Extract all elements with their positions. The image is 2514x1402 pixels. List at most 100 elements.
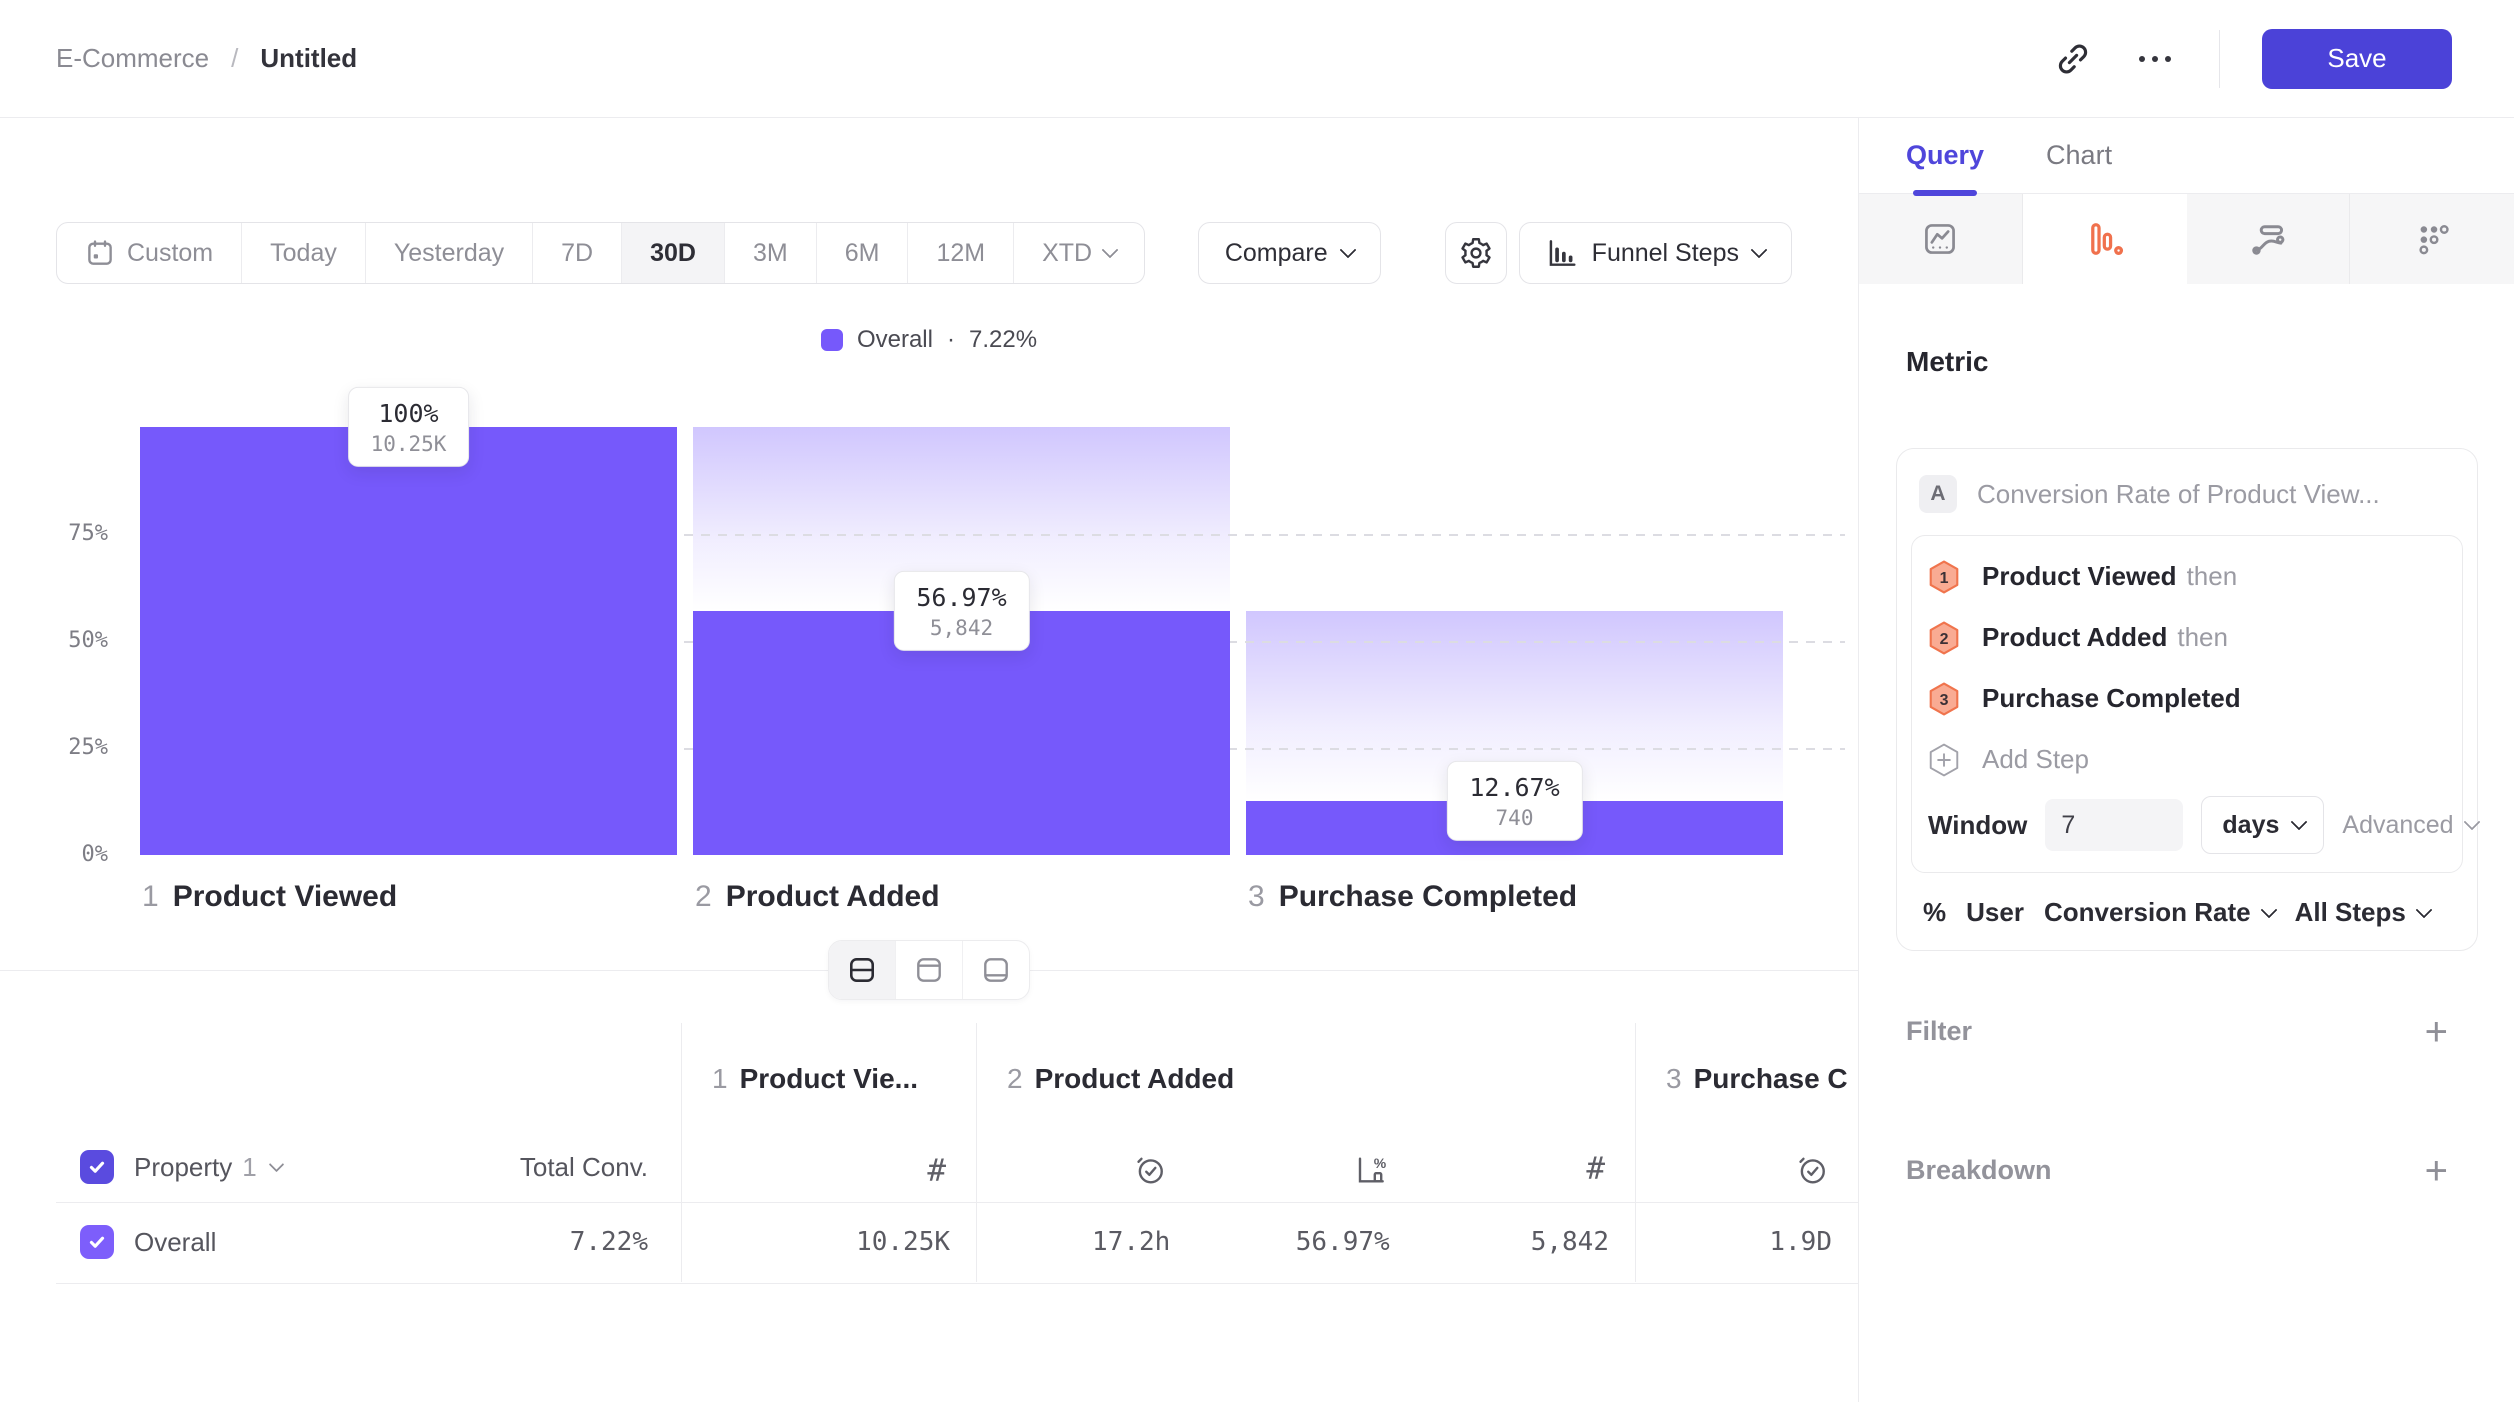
chevron-down-icon — [2415, 901, 2432, 918]
gear-icon — [1459, 236, 1493, 270]
y-axis-tick: 75% — [20, 520, 108, 548]
query-sidebar: Query Chart — [1858, 118, 2514, 1402]
date-range-custom[interactable]: Custom — [57, 223, 241, 283]
svg-text:1: 1 — [1940, 569, 1949, 586]
compare-button[interactable]: Compare — [1198, 222, 1381, 284]
legend-swatch — [821, 329, 843, 351]
table-col-group-step2: 2 Product Added — [976, 1023, 1635, 1202]
funnel-bar-product-viewed[interactable] — [140, 427, 677, 855]
conversion-window-row: Window days Advanced — [1928, 790, 2444, 860]
cell-value: 10.25K — [682, 1227, 976, 1257]
funnel-step-1[interactable]: 1 Product Viewed then — [1928, 546, 2444, 607]
measure-metric-dropdown[interactable]: Conversion Rate — [2044, 897, 2275, 928]
table-col-group-step1: 1 Product Vie... # — [681, 1023, 976, 1202]
date-range-selector: Custom Today Yesterday 7D 30D 3M 6M 12M … — [56, 222, 1145, 284]
date-range-7d[interactable]: 7D — [532, 223, 621, 283]
count-metric-header[interactable]: # — [1416, 1154, 1635, 1186]
measure-scope-dropdown[interactable]: All Steps — [2295, 897, 2430, 928]
clock-check-icon — [1134, 1154, 1166, 1186]
tab-query[interactable]: Query — [1906, 118, 1984, 193]
layout-split-button[interactable] — [829, 941, 895, 999]
calendar-icon — [85, 238, 115, 268]
svg-text:2: 2 — [1940, 630, 1949, 647]
date-range-xtd[interactable]: XTD — [1013, 223, 1144, 283]
layout-table-only-button[interactable] — [962, 941, 1029, 999]
add-breakdown-button[interactable]: + — [2425, 1156, 2448, 1186]
breadcrumb: E-Commerce / Untitled — [56, 43, 357, 74]
measure-symbol[interactable]: % — [1923, 897, 1946, 928]
total-conversion-header[interactable]: Total Conv. — [520, 1152, 681, 1183]
conversion-rate-metric-header[interactable]: % — [1196, 1154, 1415, 1186]
cell-value: 5,842 — [1416, 1227, 1635, 1257]
window-value-input[interactable] — [2045, 799, 2183, 851]
save-button[interactable]: Save — [2262, 29, 2452, 89]
layout-chart-only-button[interactable] — [895, 941, 962, 999]
date-range-yesterday[interactable]: Yesterday — [365, 223, 532, 283]
chart-type-insights[interactable] — [1859, 194, 2023, 284]
row-checkbox[interactable] — [80, 1225, 114, 1259]
chart-settings-button[interactable] — [1445, 222, 1507, 284]
avg-time-metric-header[interactable] — [1636, 1154, 1858, 1186]
split-view-icon — [847, 955, 877, 985]
count-metric-header[interactable]: # — [682, 1156, 976, 1186]
svg-text:%: % — [1373, 1155, 1385, 1171]
report-toolbar: Custom Today Yesterday 7D 30D 3M 6M 12M … — [56, 222, 1792, 284]
funnel-step-2[interactable]: 2 Product Added then — [1928, 607, 2444, 668]
chevron-down-icon — [2463, 814, 2480, 831]
breakdown-label: Breakdown — [1906, 1155, 2052, 1186]
ellipsis-icon — [2139, 56, 2171, 62]
step-number-badge: 2 — [1928, 621, 1960, 655]
copy-link-button[interactable] — [2045, 31, 2101, 87]
advanced-dropdown[interactable]: Advanced — [2342, 811, 2477, 840]
add-step-button[interactable]: Add Step — [1928, 729, 2444, 790]
breadcrumb-title[interactable]: Untitled — [260, 43, 357, 74]
add-filter-button[interactable]: + — [2425, 1017, 2448, 1047]
layout-toggle-group — [828, 940, 1030, 1000]
chart-type-strip — [1859, 194, 2514, 284]
more-options-button[interactable] — [2127, 31, 2183, 87]
tab-chart[interactable]: Chart — [2046, 118, 2112, 193]
date-range-12m[interactable]: 12M — [907, 223, 1013, 283]
series-row[interactable]: A Conversion Rate of Product View... — [1897, 449, 2477, 535]
chevron-down-icon — [268, 1156, 284, 1172]
date-range-today[interactable]: Today — [241, 223, 365, 283]
results-table: Property 1 Total Conv. 1 Product Vie... — [0, 1023, 1858, 1285]
property-selector[interactable]: Property 1 — [134, 1152, 282, 1183]
measure-entity[interactable]: User — [1966, 897, 2024, 928]
bar-value-callout: 100% 10.25K — [348, 387, 470, 467]
svg-text:3: 3 — [1940, 691, 1949, 708]
select-all-checkbox[interactable] — [80, 1150, 114, 1184]
chart-type-flows[interactable] — [2187, 194, 2351, 284]
hash-icon: # — [927, 1156, 946, 1186]
sidebar-tabs: Query Chart — [1859, 118, 2514, 194]
chart-legend: Overall · 7.22% — [0, 326, 1858, 354]
flows-icon — [2249, 220, 2287, 258]
window-unit-select[interactable]: days — [2201, 796, 2324, 854]
legend-separator: · — [947, 326, 955, 354]
y-axis-tick: 25% — [20, 734, 108, 762]
breadcrumb-separator: / — [231, 43, 238, 74]
chevron-down-icon — [1751, 242, 1768, 259]
funnel-plot: 100% 10.25K 56.97% 5,842 12.67% 740 — [140, 427, 1845, 855]
table-only-view-icon — [981, 955, 1011, 985]
funnel-report-app: E-Commerce / Untitled Save — [0, 0, 2514, 1402]
chevron-down-icon — [1339, 242, 1356, 259]
check-icon — [87, 1157, 107, 1177]
date-range-6m[interactable]: 6M — [816, 223, 908, 283]
breadcrumb-project[interactable]: E-Commerce — [56, 43, 209, 74]
avg-time-metric-header[interactable] — [977, 1154, 1196, 1186]
x-axis-step-label: 1 Product Viewed — [142, 880, 397, 914]
series-badge: A — [1919, 475, 1957, 513]
table-row-overall[interactable]: Overall 7.22% 10.25K 17.2h 56.97% 5,842 — [0, 1202, 1858, 1282]
legend-value: 7.22% — [969, 326, 1037, 354]
breakdown-section: Breakdown + — [1906, 1155, 2448, 1186]
y-axis-tick: 50% — [20, 627, 108, 655]
funnel-step-3[interactable]: 3 Purchase Completed — [1928, 668, 2444, 729]
chart-type-retention[interactable] — [2350, 194, 2514, 284]
chart-type-funnel[interactable] — [2023, 194, 2187, 284]
date-range-30d[interactable]: 30D — [621, 223, 724, 283]
step-number-badge: 1 — [1928, 560, 1960, 594]
visualization-picker-button[interactable]: Funnel Steps — [1519, 222, 1792, 284]
date-range-3m[interactable]: 3M — [724, 223, 816, 283]
x-axis-step-label: 2 Product Added — [695, 880, 940, 914]
